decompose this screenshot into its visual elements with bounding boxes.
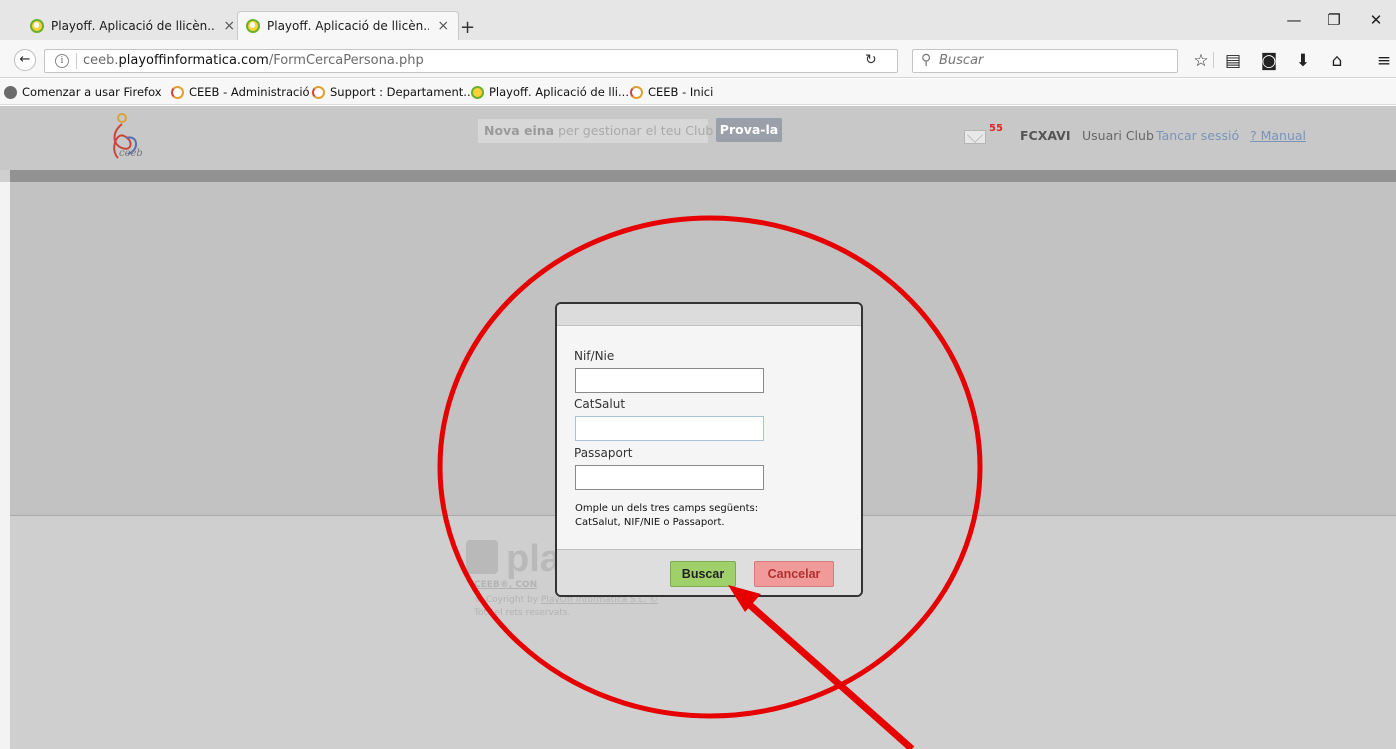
dialog-footer: Buscar Cancelar bbox=[557, 549, 861, 595]
url-domain: playoffinformatica.com bbox=[118, 53, 269, 68]
menu-icon[interactable]: ≡ bbox=[1373, 51, 1395, 71]
search-button[interactable]: Buscar bbox=[670, 561, 736, 587]
promo-bold: Nova eina bbox=[484, 123, 555, 138]
download-icon[interactable]: ⬇ bbox=[1292, 51, 1314, 71]
bookmark-playoff[interactable]: Playoff. Aplicació de lli... bbox=[471, 83, 629, 101]
footer-link[interactable]: CEEB®, CON bbox=[474, 580, 537, 590]
info-icon[interactable]: i bbox=[55, 54, 69, 68]
minimize-icon[interactable]: — bbox=[1284, 11, 1304, 29]
globe-icon bbox=[4, 85, 17, 99]
tab-playoff-1[interactable]: Playoff. Aplicació de llicèn... × bbox=[22, 11, 244, 40]
bookmark-ceeb-inici[interactable]: CEEB - Inici bbox=[630, 83, 713, 101]
tab-title: Playoff. Aplicació de llicèn... bbox=[51, 18, 215, 33]
catsalut-input[interactable] bbox=[575, 416, 764, 441]
bookmark-ceeb-administracio[interactable]: CEEB - Administració bbox=[171, 83, 310, 101]
browser-search-bar[interactable]: ⚲ bbox=[912, 49, 1178, 73]
footer-rights: Tots el rets reservats. bbox=[474, 608, 571, 618]
bookmark-label: CEEB - Administració bbox=[189, 85, 310, 99]
dialog-titlebar[interactable] bbox=[557, 304, 861, 326]
tab-title: Playoff. Aplicació de llicèn... bbox=[267, 19, 429, 33]
toolbar-separator bbox=[1213, 52, 1214, 68]
browser-window: Playoff. Aplicació de llicèn... × Playof… bbox=[0, 0, 1396, 749]
nif-input[interactable] bbox=[575, 368, 764, 393]
promo-banner: Nova eina per gestionar el teu Club bbox=[478, 119, 713, 143]
promo-text: per gestionar el teu Club bbox=[554, 123, 714, 138]
url-path: /FormCercaPersona.php bbox=[268, 53, 424, 68]
page-left-edge bbox=[0, 182, 10, 749]
search-person-dialog: Nif/Nie CatSalut Passaport Omple un dels… bbox=[555, 302, 863, 597]
new-tab-icon[interactable]: + bbox=[460, 17, 475, 38]
tab-bar: Playoff. Aplicació de llicèn... × Playof… bbox=[0, 0, 1396, 40]
playoff-icon bbox=[471, 85, 484, 99]
user-role: Usuari Club bbox=[1082, 128, 1154, 143]
site-header: ceeb Nova eina per gestionar el teu Club… bbox=[0, 106, 1396, 170]
passaport-input[interactable] bbox=[575, 465, 764, 490]
help-text: Omple un dels tres camps següents: CatSa… bbox=[575, 502, 845, 530]
manual-link[interactable]: ? Manual bbox=[1250, 128, 1306, 143]
home-icon[interactable]: ⌂ bbox=[1326, 51, 1348, 71]
url-separator bbox=[76, 53, 77, 69]
back-arrow-icon[interactable]: ← bbox=[14, 49, 36, 71]
mail-icon[interactable] bbox=[964, 130, 986, 144]
bookmark-label: Playoff. Aplicació de lli... bbox=[489, 85, 629, 99]
header-stripe bbox=[10, 170, 1396, 182]
playoff-favicon-icon bbox=[30, 18, 44, 33]
reload-icon[interactable]: ↻ bbox=[865, 52, 877, 68]
nif-label: Nif/Nie bbox=[574, 349, 615, 363]
club-code: FCXAVI bbox=[1020, 128, 1071, 143]
bookmark-label: CEEB - Inici bbox=[648, 85, 714, 99]
bookmark-firefox[interactable]: Comenzar a usar Firefox bbox=[4, 83, 162, 101]
playoff-favicon-icon bbox=[246, 19, 260, 33]
bookmark-label: Comenzar a usar Firefox bbox=[22, 85, 162, 99]
browser-search-input[interactable] bbox=[939, 53, 1169, 68]
try-it-button[interactable]: Prova-la bbox=[716, 118, 782, 142]
help-line-2: CatSalut, NIF/NIE o Passaport. bbox=[575, 517, 725, 528]
tab-playoff-2-active[interactable]: Playoff. Aplicació de llicèn... × bbox=[237, 11, 459, 40]
bookmark-label: Support : Departament... bbox=[330, 85, 475, 99]
url-text[interactable]: ceeb.playoffinformatica.com/FormCercaPer… bbox=[83, 53, 424, 68]
bookmark-star-icon[interactable]: ☆ bbox=[1190, 51, 1212, 71]
close-tab-icon[interactable]: × bbox=[222, 18, 236, 34]
ceeb-icon bbox=[312, 85, 325, 99]
ceeb-icon bbox=[171, 85, 184, 99]
bookmarks-bar: Comenzar a usar Firefox CEEB - Administr… bbox=[0, 79, 1396, 105]
catsalut-label: CatSalut bbox=[574, 397, 626, 411]
navigation-bar: ← i ceeb.playoffinformatica.com/FormCerc… bbox=[0, 40, 1396, 78]
copyright-prefix: © Co bbox=[474, 595, 498, 605]
mail-count-badge: 55 bbox=[989, 123, 1003, 134]
url-prefix: ceeb. bbox=[83, 53, 119, 68]
ceeb-icon bbox=[630, 85, 643, 99]
logo-text: ceeb bbox=[119, 148, 143, 159]
help-line-1: Omple un dels tres camps següents: bbox=[575, 503, 759, 514]
search-icon: ⚲ bbox=[921, 52, 932, 68]
url-bar[interactable]: i ceeb.playoffinformatica.com/FormCercaP… bbox=[44, 49, 898, 73]
close-window-icon[interactable]: ✕ bbox=[1366, 11, 1386, 29]
pocket-icon[interactable]: ◙ bbox=[1258, 51, 1280, 71]
close-tab-icon[interactable]: × bbox=[437, 18, 450, 34]
cancel-button[interactable]: Cancelar bbox=[754, 561, 834, 587]
bookmarks-library-icon[interactable]: ▤ bbox=[1222, 51, 1244, 71]
passaport-label: Passaport bbox=[574, 446, 633, 460]
logout-link[interactable]: Tancar sessió bbox=[1156, 128, 1239, 143]
bookmark-support[interactable]: Support : Departament... bbox=[312, 83, 474, 101]
copyright-mid: yright by bbox=[497, 595, 541, 605]
playoff-footer-logo-icon bbox=[466, 540, 498, 574]
restore-icon[interactable]: ❐ bbox=[1324, 11, 1344, 29]
footer-logo-text: pla bbox=[506, 538, 561, 580]
